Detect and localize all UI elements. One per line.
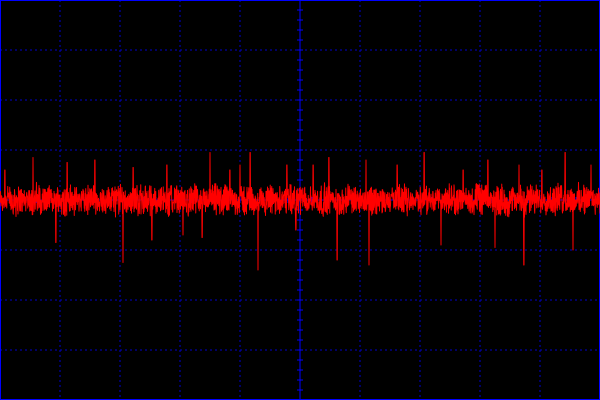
oscilloscope-display <box>0 0 600 400</box>
